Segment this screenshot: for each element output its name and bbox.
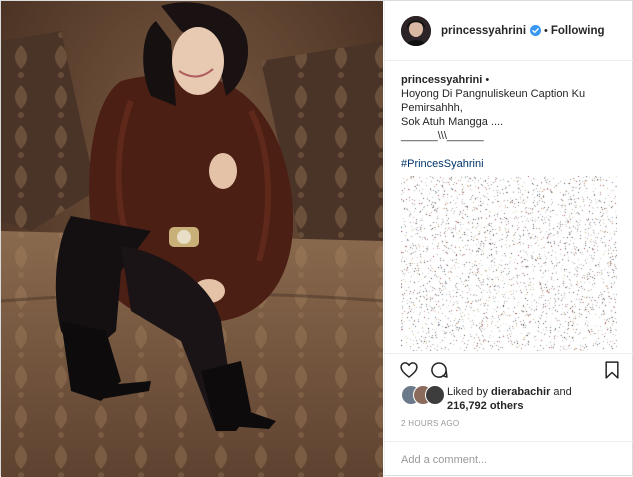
comment-icon[interactable] [429,360,449,380]
comment-input[interactable] [401,451,621,469]
post-timestamp[interactable]: 2 HOURS AGO [401,419,459,428]
caption-line: Sok Atuh Mangga .... [401,116,504,128]
likes-prefix: Liked by [447,386,488,398]
post-caption: princessyahrini • Hoyong Di Pangnuliskeu… [401,73,626,171]
likes-summary: Liked by dierabachir and 216,792 others [401,385,626,415]
liker-avatar[interactable] [425,385,445,405]
liker-avatars [401,385,445,407]
post-photo[interactable] [1,1,383,477]
caption-username[interactable]: princessyahrini [401,74,482,86]
post-side-panel: princessyahrini • Following princessyahr… [384,1,633,477]
user-avatar[interactable] [401,15,431,46]
post-header: princessyahrini • Following [385,1,633,61]
comments-noise-region [401,176,617,351]
separator-dot: • [544,24,548,37]
caption-dot: • [485,74,490,86]
following-button[interactable]: Following [551,25,605,37]
likes-count[interactable]: 216,792 others [447,400,523,412]
instagram-post: princessyahrini • Following princessyahr… [0,0,633,477]
likes-mid: and [553,386,572,398]
caption-line: Hoyong Di Pangnuliskeun Caption Ku [401,88,586,100]
post-actions [385,353,633,383]
likes-text: Liked by dierabachir and 216,792 others [447,385,572,413]
liked-by-username[interactable]: dierabachir [491,386,550,398]
caption-line: ______\\\______ [401,130,484,142]
caption-line: Pemirsahhh, [401,102,463,114]
verified-badge-icon [530,25,542,36]
heart-icon[interactable] [399,360,419,380]
header-username[interactable]: princessyahrini [441,25,526,37]
comment-bar [385,441,633,477]
bookmark-icon[interactable] [602,360,622,380]
hashtag-link[interactable]: #PrincesSyahrini [401,157,626,171]
post-photo-image [1,1,383,477]
